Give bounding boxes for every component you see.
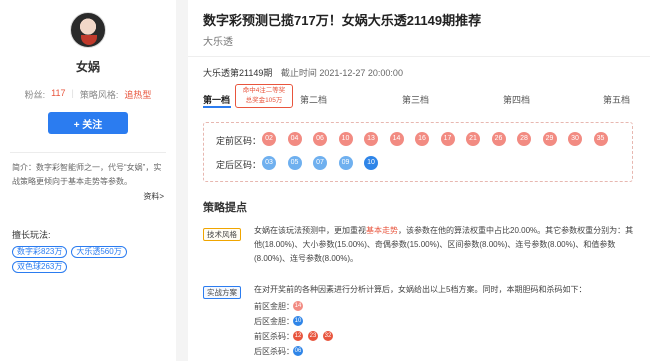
active-tab-indicator bbox=[203, 106, 231, 108]
expert-name: 女娲 bbox=[75, 60, 100, 74]
front-zone-label: 定前区码： bbox=[216, 136, 262, 146]
avatar[interactable] bbox=[70, 12, 106, 48]
back-dan-ball: 10 bbox=[293, 316, 303, 326]
front-dan-label: 前区金胆： bbox=[254, 302, 294, 311]
front-ball: 06 bbox=[313, 132, 327, 146]
style-label: 策略风格: bbox=[79, 90, 119, 100]
tech-style-text: 女娲在该玩法预测中，更加重视基本走势，该参数在他的算法权重中占比20.00%。其… bbox=[254, 224, 638, 266]
back-ball: 03 bbox=[262, 156, 276, 170]
tech-highlight: 基本走势 bbox=[366, 226, 398, 235]
tech-text-start: 女娲在该玩法预测中，更加重视 bbox=[254, 226, 366, 235]
article-title: 数字彩预测已揽717万！女娲大乐透21149期推荐 bbox=[203, 13, 482, 28]
expertise-tag[interactable]: 数字彩823万 bbox=[12, 246, 68, 258]
front-ball: 16 bbox=[415, 132, 429, 146]
prediction-article: 数字彩预测已揽717万！女娲大乐透21149期推荐 大乐透 大乐透第21149期… bbox=[188, 0, 650, 361]
tier-tabs: 第一档 第二档 第三档 第四档 第五档 命中4注二等奖 总奖金105万 bbox=[203, 84, 633, 110]
front-ball: 35 bbox=[593, 132, 608, 146]
back-dan-label: 后区金胆： bbox=[254, 317, 294, 326]
tab-tier-5[interactable]: 第五档 bbox=[603, 93, 630, 106]
expertise-title: 擅长玩法: bbox=[12, 230, 51, 240]
front-ball: 13 bbox=[364, 132, 378, 146]
page: 女娲 粉丝: 117 | 策略风格: 追热型 + 关注 简介：数字彩智能师之一，… bbox=[0, 0, 650, 361]
lottery-type: 大乐透 bbox=[203, 37, 233, 48]
back-ball: 09 bbox=[338, 156, 353, 170]
tab-tier-1[interactable]: 第一档 bbox=[203, 93, 230, 106]
plan-text: 在对开奖前的各种因素进行分析计算后，女娲给出以上5档方案。同时，本期胆码和杀码如… bbox=[254, 285, 587, 294]
fans-count: 117 bbox=[51, 88, 66, 98]
back-zone-label: 定后区码： bbox=[216, 160, 262, 170]
number-panel: 定前区码： 定后区码： 02 04 06 10 13 14 16 17 21 26 28 29 30 35… bbox=[203, 122, 633, 182]
tab-tier-3[interactable]: 第三档 bbox=[402, 93, 429, 106]
expertise-tag[interactable]: 双色球263万 bbox=[12, 261, 68, 273]
style-value: 追热型 bbox=[124, 90, 152, 100]
expertise-tags: 数字彩823万 大乐透560万 双色球263万 bbox=[12, 246, 164, 273]
expert-sidebar: 女娲 粉丝: 117 | 策略风格: 追热型 + 关注 简介：数字彩智能师之一，… bbox=[0, 0, 176, 361]
back-kill-ball: 06 bbox=[293, 346, 303, 356]
plan-label: 实战方案 bbox=[203, 286, 241, 299]
issue-meta: 大乐透第21149期 截止时间 2021-12-27 20:00:00 bbox=[203, 66, 403, 79]
tooltip-line-2: 总奖金105万 bbox=[245, 97, 283, 104]
title-divider bbox=[188, 56, 650, 57]
follow-button[interactable]: + 关注 bbox=[48, 112, 128, 134]
more-info-link[interactable]: 资料> bbox=[12, 191, 164, 202]
front-ball: 21 bbox=[466, 132, 480, 146]
front-ball: 02 bbox=[262, 132, 276, 146]
strategy-section-title: 策略提点 bbox=[203, 202, 247, 214]
fans-label: 粉丝: bbox=[24, 90, 46, 100]
front-ball: 30 bbox=[568, 132, 582, 146]
front-kill-ball: 32 bbox=[323, 331, 333, 341]
front-ball: 28 bbox=[517, 132, 531, 146]
tab-tier-2[interactable]: 第二档 bbox=[300, 93, 327, 106]
back-ball: 07 bbox=[313, 156, 327, 170]
front-ball: 17 bbox=[440, 132, 455, 146]
tech-style-label: 技术风格 bbox=[203, 228, 241, 241]
sidebar-divider bbox=[10, 152, 166, 153]
front-ball: 29 bbox=[542, 132, 557, 146]
tooltip-line-1: 命中4注二等奖 bbox=[242, 87, 286, 94]
front-kill-ball: 23 bbox=[308, 331, 318, 341]
profile-stats: 粉丝: 117 | 策略风格: 追热型 bbox=[0, 88, 176, 101]
back-kill-label: 后区杀码： bbox=[254, 347, 294, 356]
prize-tooltip: 命中4注二等奖 总奖金105万 bbox=[235, 84, 293, 108]
expertise-tag[interactable]: 大乐透560万 bbox=[71, 246, 127, 258]
front-kill-ball: 12 bbox=[293, 331, 303, 341]
front-ball: 10 bbox=[338, 132, 353, 146]
front-ball: 14 bbox=[389, 132, 404, 146]
front-ball: 04 bbox=[287, 132, 302, 146]
front-ball: 26 bbox=[491, 132, 506, 146]
expert-intro: 简介：数字彩智能师之一，代号“女娲”，实战策略更倾向于基本走势等参数。 bbox=[12, 163, 162, 186]
front-dan-ball: 14 bbox=[293, 301, 303, 311]
profile-card: 女娲 粉丝: 117 | 策略风格: 追热型 + 关注 bbox=[0, 0, 176, 134]
issue-number: 大乐透第21149期 bbox=[203, 68, 273, 78]
back-ball: 05 bbox=[287, 156, 302, 170]
tab-tier-4[interactable]: 第四档 bbox=[503, 93, 530, 106]
back-ball: 10 bbox=[364, 156, 378, 170]
stats-divider: | bbox=[71, 88, 74, 98]
deadline-time: 截止时间 2021-12-27 20:00:00 bbox=[280, 68, 403, 78]
front-kill-label: 前区杀码： bbox=[254, 332, 294, 341]
